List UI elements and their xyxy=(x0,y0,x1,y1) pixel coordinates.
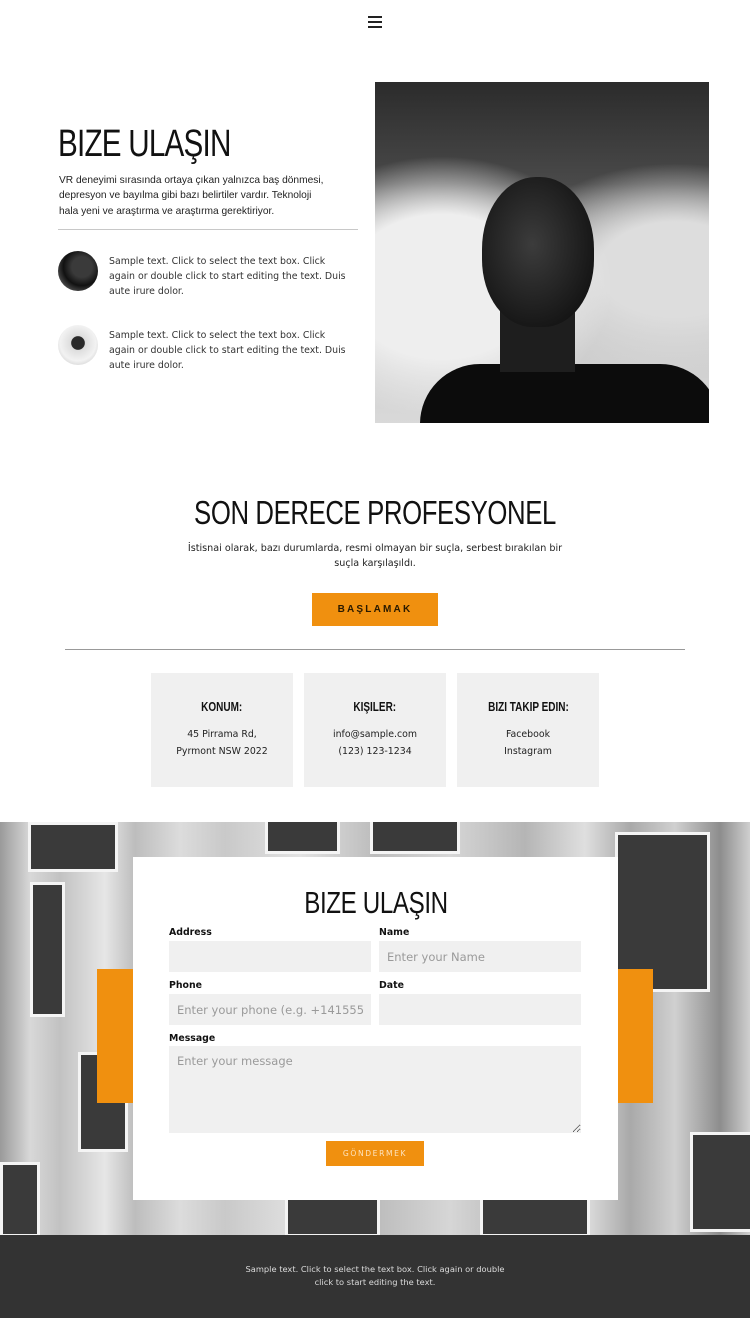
accent-bar xyxy=(617,969,653,1103)
phone-link[interactable]: (123) 123-1234 xyxy=(304,746,446,757)
footer: Sample text. Click to select the text bo… xyxy=(0,1235,750,1318)
person-text: Sample text. Click to select the text bo… xyxy=(109,330,346,371)
date-input[interactable] xyxy=(379,994,581,1025)
accent-bar xyxy=(97,969,133,1103)
instagram-link[interactable]: Instagram xyxy=(457,746,599,757)
name-label: Name xyxy=(379,927,410,938)
building-window xyxy=(0,1162,40,1235)
person-avatar-icon xyxy=(58,325,98,365)
info-card-social: BIZI TAKIP EDIN: Facebook Instagram xyxy=(457,673,599,787)
professional-description: İstisnai olarak, bazı durumlarda, resmi … xyxy=(187,543,563,569)
info-card-title: KIŞILER: xyxy=(353,700,397,714)
divider xyxy=(58,229,358,230)
hamburger-menu-icon[interactable] xyxy=(366,14,384,30)
footer-text: Sample text. Click to select the text bo… xyxy=(245,1264,505,1287)
building-window xyxy=(28,822,118,872)
menu-bar xyxy=(368,16,382,18)
building-window xyxy=(615,832,710,992)
building-window xyxy=(285,1197,380,1235)
info-card-contacts: KIŞILER: info@sample.com (123) 123-1234 xyxy=(304,673,446,787)
building-window xyxy=(370,822,460,854)
name-input[interactable] xyxy=(379,941,581,972)
divider xyxy=(65,649,685,650)
message-textarea[interactable] xyxy=(169,1046,581,1133)
intro-title: BIZE ULAŞIN xyxy=(58,123,231,165)
building-window xyxy=(480,1197,590,1235)
building-window xyxy=(265,822,340,854)
person-item: Sample text. Click to select the text bo… xyxy=(58,251,358,311)
person-item: Sample text. Click to select the text bo… xyxy=(58,325,358,385)
message-label: Message xyxy=(169,1033,216,1044)
phone-label: Phone xyxy=(169,980,203,991)
hero-portrait-image xyxy=(375,82,709,423)
contact-form: BIZE ULAŞIN Address Name Phone Date Mess… xyxy=(133,857,618,1200)
start-button[interactable]: BAŞLAMAK xyxy=(312,593,438,626)
portrait-shirt xyxy=(420,364,709,423)
person-avatar-icon xyxy=(58,251,98,291)
submit-button[interactable]: GÖNDERMEK xyxy=(326,1141,424,1166)
info-card-line: Pyrmont NSW 2022 xyxy=(176,746,268,757)
person-text: Sample text. Click to select the text bo… xyxy=(109,256,346,297)
menu-bar xyxy=(368,21,382,23)
info-card-location: KONUM: 45 Pirrama Rd, Pyrmont NSW 2022 xyxy=(151,673,293,787)
professional-title-wrap: SON DERECE PROFESYONEL xyxy=(0,494,750,532)
professional-title: SON DERECE PROFESYONEL xyxy=(194,494,556,531)
menu-bar xyxy=(368,26,382,28)
phone-input[interactable] xyxy=(169,994,371,1025)
intro-description: VR deneyimi sırasında ortaya çıkan yalnı… xyxy=(59,175,324,217)
building-window xyxy=(30,882,65,1017)
form-title: BIZE ULAŞIN xyxy=(303,885,448,920)
email-link[interactable]: info@sample.com xyxy=(304,729,446,740)
address-input[interactable] xyxy=(169,941,371,972)
address-label: Address xyxy=(169,927,212,938)
info-card-title: KONUM: xyxy=(201,700,243,714)
building-window xyxy=(690,1132,750,1232)
info-card-line: 45 Pirrama Rd, xyxy=(187,729,257,740)
facebook-link[interactable]: Facebook xyxy=(457,729,599,740)
date-label: Date xyxy=(379,980,404,991)
info-card-title: BIZI TAKIP EDIN: xyxy=(487,700,569,714)
portrait-head xyxy=(482,177,594,327)
